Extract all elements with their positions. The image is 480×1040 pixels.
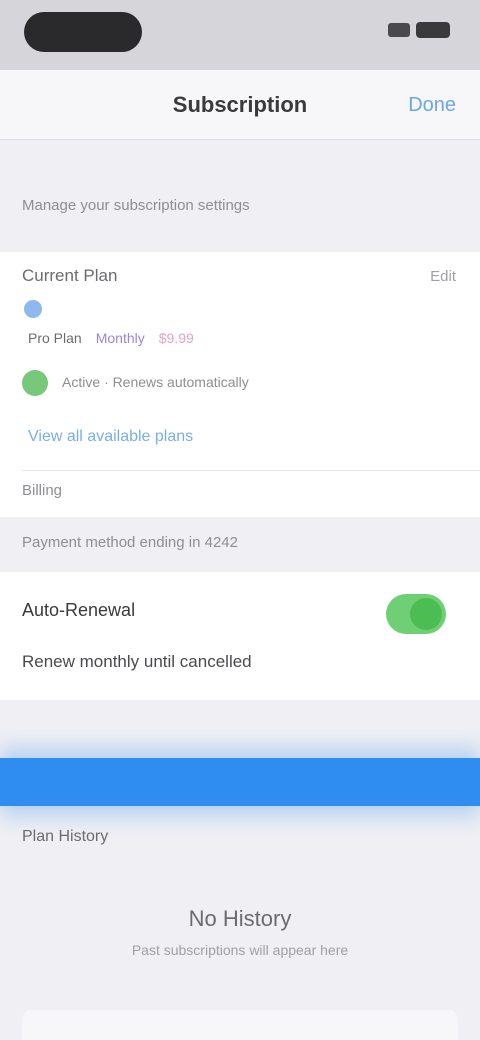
payment-note: Payment method ending in 4242 bbox=[22, 534, 238, 551]
status-icons bbox=[388, 22, 450, 38]
status-bar bbox=[0, 0, 480, 70]
toggle-knob bbox=[410, 598, 442, 630]
plan-indicator-icon bbox=[24, 300, 42, 318]
status-active-icon bbox=[22, 370, 48, 396]
auto-renew-subtitle: Renew monthly until cancelled bbox=[22, 652, 252, 671]
auto-renew-card: Auto-Renewal Renew monthly until cancell… bbox=[0, 572, 480, 700]
highlight-banner[interactable] bbox=[0, 758, 480, 806]
section-note: Manage your subscription settings bbox=[22, 197, 250, 214]
history-label: Plan History bbox=[22, 828, 109, 845]
empty-state-subtitle: Past subscriptions will appear here bbox=[131, 942, 349, 958]
empty-state-title: No History bbox=[188, 906, 292, 931]
screen: Subscription Done Manage your subscripti… bbox=[0, 0, 480, 1040]
edit-button[interactable]: Edit bbox=[430, 268, 456, 285]
plan-name: Pro Plan bbox=[28, 330, 82, 346]
nav-bar: Subscription Done bbox=[0, 70, 480, 140]
view-plans-link[interactable]: View all available plans bbox=[28, 428, 193, 446]
dynamic-island bbox=[24, 12, 142, 52]
billing-row[interactable]: Billing bbox=[22, 482, 62, 499]
auto-renew-title: Auto-Renewal bbox=[22, 600, 136, 620]
battery-icon bbox=[416, 22, 450, 38]
signal-icon bbox=[388, 23, 410, 37]
divider bbox=[22, 470, 480, 471]
plan-period: Monthly bbox=[95, 330, 145, 346]
plan-price: $9.99 bbox=[158, 330, 194, 346]
plan-details: Pro Plan Monthly $9.99 bbox=[28, 330, 194, 346]
status-text: Active · Renews automatically bbox=[62, 374, 249, 390]
current-plan-card: Current Plan Edit Pro Plan Monthly $9.99… bbox=[0, 252, 480, 517]
auto-renew-toggle[interactable] bbox=[386, 594, 446, 634]
bottom-panel bbox=[22, 1010, 458, 1040]
done-button[interactable]: Done bbox=[408, 94, 456, 117]
card-header: Current Plan bbox=[22, 266, 118, 285]
